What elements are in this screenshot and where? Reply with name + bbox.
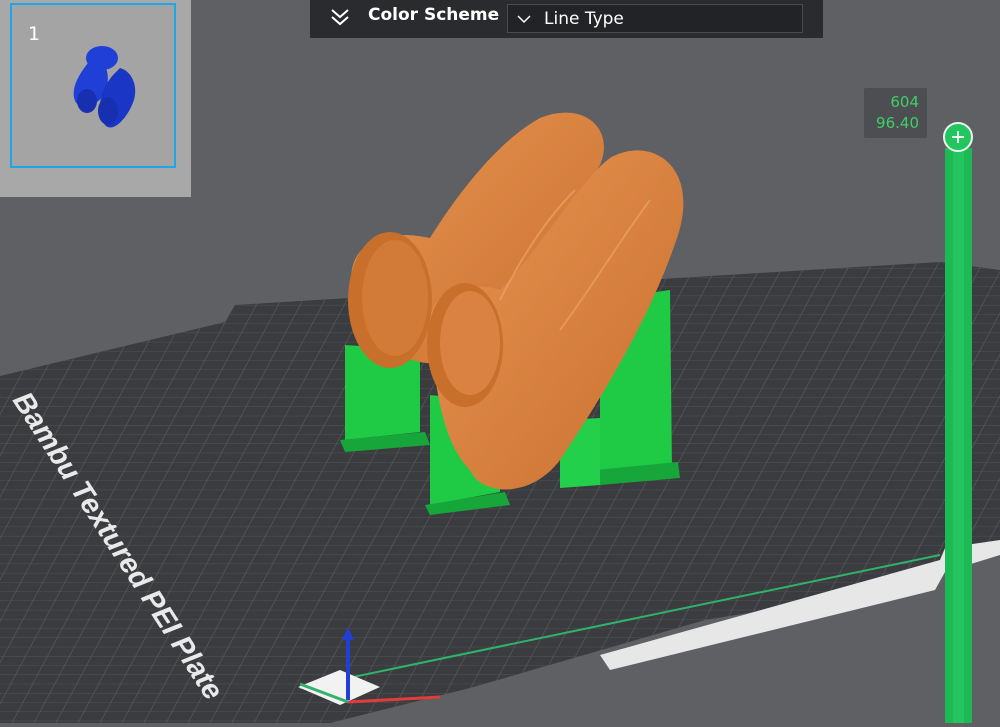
layer-slider-track[interactable] <box>945 148 972 723</box>
color-scheme-select[interactable]: Line Type <box>507 4 803 33</box>
color-scheme-value: Line Type <box>544 9 624 29</box>
color-scheme-toolbar: Color Scheme Line Type <box>310 0 823 38</box>
color-scheme-label: Color Scheme <box>368 5 500 25</box>
layer-info-tooltip: 604 96.40 <box>864 88 927 138</box>
layer-height: 96.40 <box>876 114 919 132</box>
plate-models-preview <box>73 46 136 128</box>
plate-number: 1 <box>28 23 41 45</box>
layer-number: 604 <box>890 93 919 111</box>
layer-slider-handle[interactable] <box>943 122 973 152</box>
plate-thumbnail[interactable]: 1 <box>10 3 176 168</box>
double-chevron-down-icon[interactable] <box>328 6 352 28</box>
chevron-down-icon <box>517 15 531 24</box>
plate-list-panel: 1 <box>0 0 191 197</box>
